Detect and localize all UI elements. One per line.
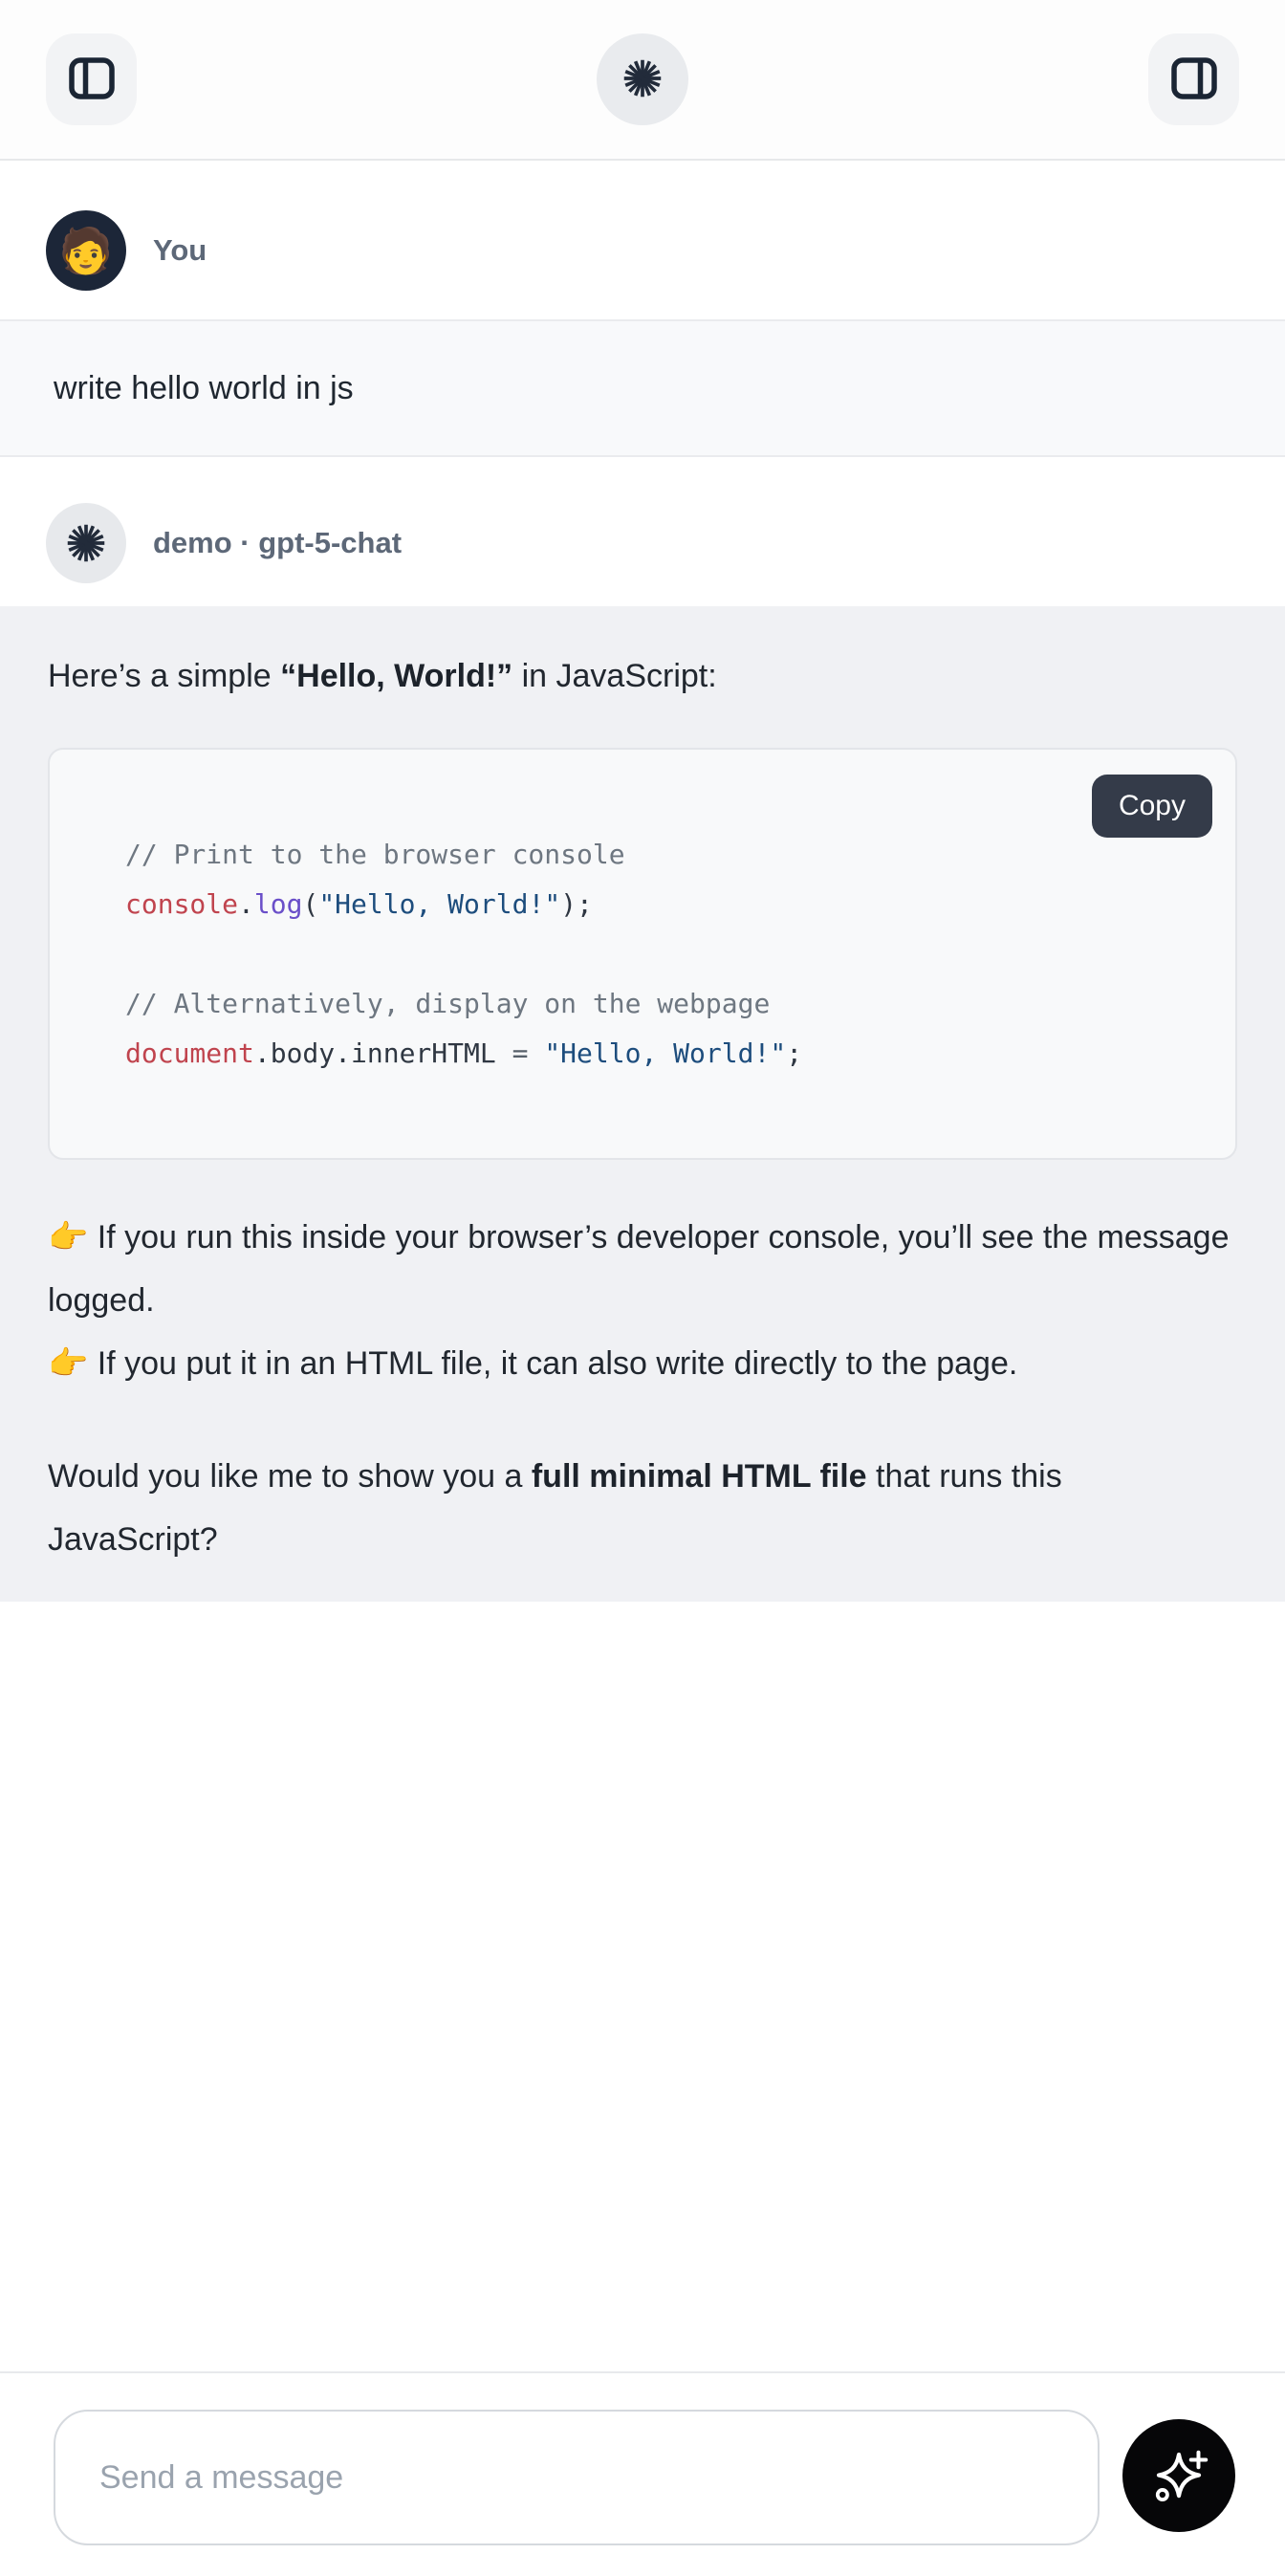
code-line: // Print to the browser console bbox=[125, 830, 1197, 880]
model-logo-button[interactable] bbox=[597, 33, 688, 125]
code-line: // Alternatively, display on the webpage bbox=[125, 979, 1197, 1029]
assistant-intro: Here’s a simple “Hello, World!” in JavaS… bbox=[48, 644, 1237, 708]
assistant-question: Would you like me to show you a full min… bbox=[48, 1445, 1237, 1571]
panel-right-icon bbox=[1169, 54, 1219, 106]
intro-text: in JavaScript: bbox=[512, 658, 717, 694]
send-button[interactable] bbox=[1122, 2419, 1235, 2532]
sidebar-toggle-button[interactable] bbox=[46, 33, 137, 125]
user-sender-row: 🧑 You bbox=[0, 210, 1285, 291]
user-sender-label: You bbox=[153, 233, 207, 268]
assistant-notes: 👉 If you run this inside your browser’s … bbox=[48, 1206, 1237, 1395]
user-message-text: write hello world in js bbox=[54, 370, 354, 407]
assistant-sender-label: demo · gpt-5-chat bbox=[153, 526, 402, 560]
user-message: write hello world in js bbox=[0, 319, 1285, 457]
user-avatar: 🧑 bbox=[46, 210, 126, 291]
sparkle-plus-icon bbox=[1149, 2445, 1209, 2507]
code-line: console.log("Hello, World!"); bbox=[125, 880, 1197, 929]
chat-scroll-area[interactable]: 🧑 You write hello world in js bbox=[0, 210, 1285, 1602]
code-line-blank bbox=[125, 929, 1197, 979]
top-bar bbox=[0, 0, 1285, 161]
note-line: 👉 If you put it in an HTML file, it can … bbox=[48, 1332, 1237, 1395]
intro-bold: “Hello, World!” bbox=[280, 658, 512, 694]
right-panel-toggle-button[interactable] bbox=[1148, 33, 1239, 125]
starburst-icon bbox=[621, 57, 664, 102]
code-block: Copy // Print to the browser console con… bbox=[48, 748, 1237, 1160]
note-line: 👉 If you run this inside your browser’s … bbox=[48, 1206, 1237, 1332]
question-bold: full minimal HTML file bbox=[532, 1458, 867, 1495]
question-text: Would you like me to show you a bbox=[48, 1458, 532, 1495]
person-emoji: 🧑 bbox=[58, 229, 113, 273]
code-line: document.body.innerHTML = "Hello, World!… bbox=[125, 1029, 1197, 1079]
copy-button[interactable]: Copy bbox=[1092, 775, 1212, 838]
starburst-icon bbox=[65, 522, 107, 564]
assistant-message: Here’s a simple “Hello, World!” in JavaS… bbox=[0, 606, 1285, 1602]
composer-bar bbox=[0, 2371, 1285, 2576]
message-input[interactable] bbox=[54, 2410, 1100, 2545]
intro-text: Here’s a simple bbox=[48, 658, 280, 694]
panel-left-icon bbox=[67, 54, 117, 106]
assistant-sender-row: demo · gpt-5-chat bbox=[0, 503, 1285, 583]
assistant-avatar bbox=[46, 503, 126, 583]
